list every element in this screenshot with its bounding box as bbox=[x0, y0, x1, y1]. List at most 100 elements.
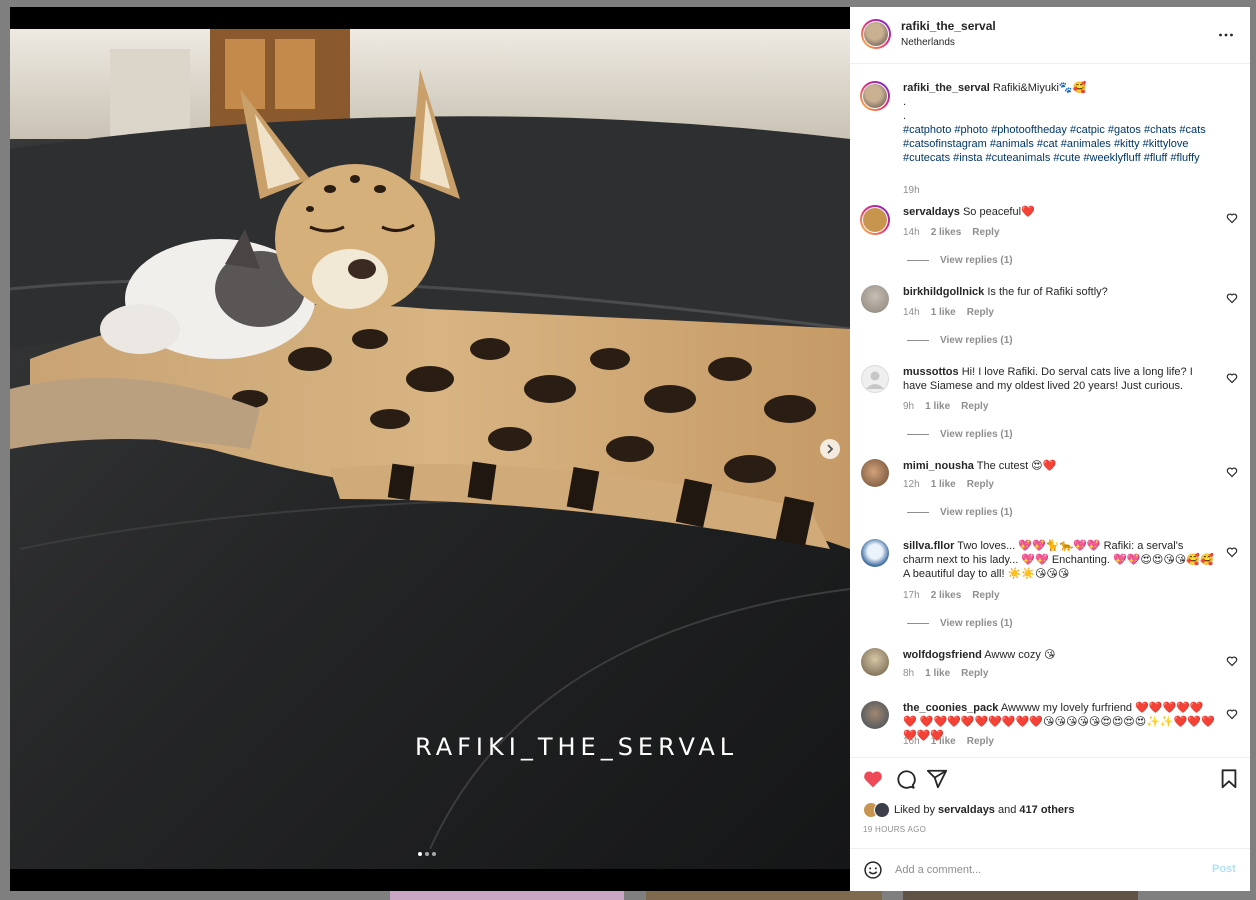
commenter-avatar[interactable] bbox=[861, 701, 889, 729]
caption-avatar[interactable] bbox=[860, 81, 890, 111]
liker-avatar bbox=[874, 802, 890, 818]
more-icon[interactable] bbox=[1217, 26, 1235, 44]
carousel-dot bbox=[432, 852, 436, 856]
post-time-ago[interactable]: 19 HOURS AGO bbox=[863, 825, 926, 834]
comment-meta: 14h 2 likes Reply bbox=[903, 227, 1011, 238]
caption-time: 19h bbox=[903, 185, 931, 196]
comment-like-heart-icon[interactable] bbox=[1226, 466, 1238, 478]
commenter-username[interactable]: mimi_nousha bbox=[903, 460, 974, 472]
commenter-username[interactable]: sillva.fllor bbox=[903, 540, 954, 552]
view-replies-button[interactable]: View replies (1) bbox=[907, 429, 1013, 440]
comment-time: 14h bbox=[903, 227, 920, 238]
commenter-avatar[interactable] bbox=[861, 459, 889, 487]
author-avatar[interactable] bbox=[861, 19, 891, 49]
commenter-avatar[interactable] bbox=[861, 365, 889, 393]
caption-line: . bbox=[903, 110, 907, 122]
comment-like-heart-icon[interactable] bbox=[1226, 708, 1238, 720]
comment-body: So peaceful❤️ bbox=[962, 206, 1035, 218]
comment-icon[interactable] bbox=[894, 768, 916, 790]
commenter-avatar[interactable] bbox=[861, 285, 889, 313]
comment-like-heart-icon[interactable] bbox=[1226, 546, 1238, 558]
comment-reply-button[interactable]: Reply bbox=[972, 227, 999, 238]
share-icon[interactable] bbox=[926, 768, 948, 790]
caption-username[interactable]: rafiki_the_serval bbox=[903, 82, 990, 94]
comment-composer: Post bbox=[850, 848, 1250, 892]
comment-reply-button[interactable]: Reply bbox=[967, 307, 994, 318]
comment-meta: 16h 1 like Reply bbox=[903, 736, 1005, 747]
view-replies-label: View replies (1) bbox=[940, 507, 1013, 518]
view-replies-button[interactable]: View replies (1) bbox=[907, 618, 1013, 629]
comment-reply-button[interactable]: Reply bbox=[972, 590, 999, 601]
comment-text: mimi_nousha The cutest 😍❤️ bbox=[903, 459, 1215, 473]
comment-meta: 17h 2 likes Reply bbox=[903, 590, 1011, 601]
post-modal: RAFIKI_THE_SERVAL rafiki_the_serval Neth… bbox=[10, 7, 1250, 891]
commenter-username[interactable]: servaldays bbox=[903, 206, 960, 218]
next-button[interactable] bbox=[820, 439, 840, 459]
view-replies-label: View replies (1) bbox=[940, 429, 1013, 440]
background-thumbnail[interactable] bbox=[390, 890, 624, 900]
comment-likes[interactable]: 2 likes bbox=[931, 227, 962, 238]
post-button[interactable]: Post bbox=[1212, 863, 1236, 875]
commenter-avatar[interactable] bbox=[861, 539, 889, 567]
default-avatar-icon bbox=[866, 371, 884, 389]
comments-scroll[interactable]: rafiki_the_serval Rafiki&Miyuki🐾🥰 . . #c… bbox=[850, 64, 1250, 757]
carousel-dot bbox=[418, 852, 422, 856]
comment-likes[interactable]: 1 like bbox=[931, 479, 956, 490]
post-actions: Liked by servaldays and 417 others 19 HO… bbox=[850, 757, 1250, 852]
comment-meta: 14h 1 like Reply bbox=[903, 307, 1005, 318]
commenter-avatar[interactable] bbox=[861, 648, 889, 676]
carousel-dot bbox=[425, 852, 429, 856]
bookmark-icon[interactable] bbox=[1218, 768, 1240, 790]
comment-like-heart-icon[interactable] bbox=[1226, 372, 1238, 384]
liked-by-others-link[interactable]: 417 others bbox=[1019, 804, 1074, 816]
comment-likes[interactable]: 1 like bbox=[931, 736, 956, 747]
commenter-avatar-image bbox=[863, 208, 887, 232]
view-replies-label: View replies (1) bbox=[940, 255, 1013, 266]
view-replies-button[interactable]: View replies (1) bbox=[907, 507, 1013, 518]
author-username[interactable]: rafiki_the_serval bbox=[901, 19, 996, 33]
background-thumbnail[interactable] bbox=[646, 890, 882, 900]
comment-reply-button[interactable]: Reply bbox=[961, 401, 988, 412]
comment-likes[interactable]: 1 like bbox=[925, 401, 950, 412]
commenter-avatar[interactable] bbox=[860, 205, 890, 235]
liked-by-user-link[interactable]: servaldays bbox=[938, 804, 995, 816]
heart-icon[interactable] bbox=[862, 768, 884, 790]
comment-reply-button[interactable]: Reply bbox=[961, 668, 988, 679]
commenter-username[interactable]: birkhildgollnick bbox=[903, 286, 984, 298]
comment-likes[interactable]: 1 like bbox=[925, 668, 950, 679]
comment-input[interactable] bbox=[895, 860, 1195, 880]
comment-like-heart-icon[interactable] bbox=[1226, 655, 1238, 667]
caption-body: Rafiki&Miyuki🐾🥰 bbox=[992, 82, 1087, 94]
commenter-username[interactable]: mussottos bbox=[903, 366, 959, 378]
liked-by-prefix: Liked by bbox=[894, 804, 935, 816]
emoji-icon[interactable] bbox=[863, 860, 883, 880]
caption-hashtags[interactable]: #cutecats #insta #cuteanimals #cute #wee… bbox=[903, 152, 1200, 164]
comment-time: 14h bbox=[903, 307, 920, 318]
comment-likes[interactable]: 1 like bbox=[931, 307, 956, 318]
comment-text: servaldays So peaceful❤️ bbox=[903, 205, 1215, 219]
comment-text: birkhildgollnick Is the fur of Rafiki so… bbox=[903, 285, 1215, 299]
comment-like-heart-icon[interactable] bbox=[1226, 292, 1238, 304]
view-replies-label: View replies (1) bbox=[940, 618, 1013, 629]
comment-text: sillva.fllor Two loves... 💖💖🐈🐆💖💖 Rafiki:… bbox=[903, 539, 1215, 581]
comment-body: Awww cozy 😘 bbox=[984, 649, 1056, 661]
caption-hashtags[interactable]: #catphoto #photo #photooftheday #catpic … bbox=[903, 124, 1206, 136]
caption-line: . bbox=[903, 96, 907, 108]
comment-reply-button[interactable]: Reply bbox=[967, 479, 994, 490]
post-media: RAFIKI_THE_SERVAL bbox=[10, 7, 850, 891]
view-replies-button[interactable]: View replies (1) bbox=[907, 335, 1013, 346]
comment-likes[interactable]: 2 likes bbox=[931, 590, 962, 601]
caption-timestamp: 19h bbox=[903, 185, 920, 196]
liked-by-and: and bbox=[998, 804, 1017, 816]
comment-reply-button[interactable]: Reply bbox=[967, 736, 994, 747]
post-header: rafiki_the_serval Netherlands bbox=[850, 7, 1250, 64]
photo-watermark: RAFIKI_THE_SERVAL bbox=[415, 733, 739, 761]
caption-hashtags[interactable]: #catsofinstagram #animals #cat #animales… bbox=[903, 138, 1189, 150]
comment-time: 8h bbox=[903, 668, 915, 679]
commenter-username[interactable]: wolfdogsfriend bbox=[903, 649, 982, 661]
commenter-username[interactable]: the_coonies_pack bbox=[903, 702, 998, 714]
comment-text: wolfdogsfriend Awww cozy 😘 bbox=[903, 648, 1215, 662]
post-location[interactable]: Netherlands bbox=[901, 37, 955, 48]
comment-like-heart-icon[interactable] bbox=[1226, 212, 1238, 224]
view-replies-button[interactable]: View replies (1) bbox=[907, 255, 1013, 266]
